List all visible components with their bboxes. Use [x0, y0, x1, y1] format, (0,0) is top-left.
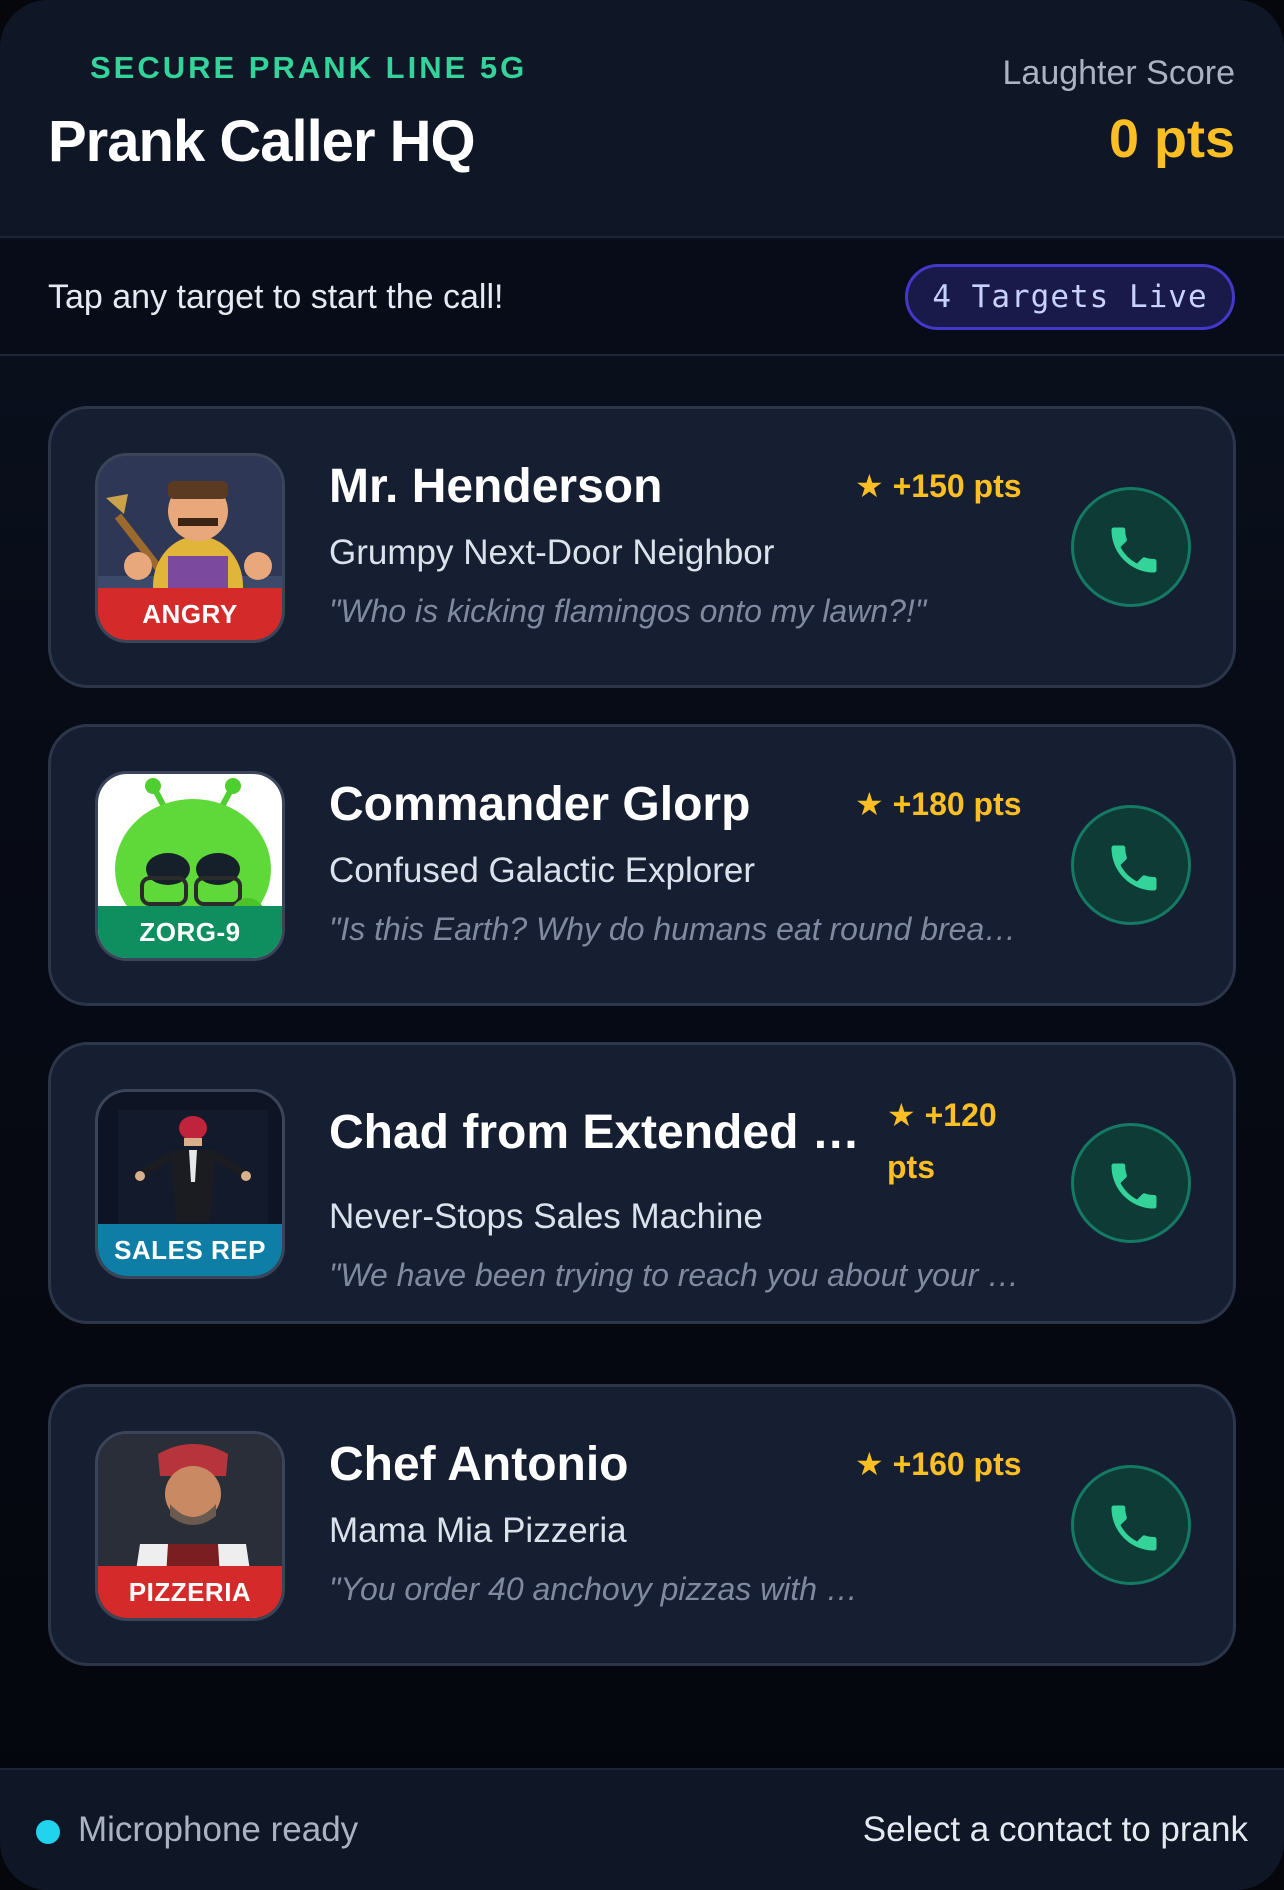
line-label: SECURE PRANK LINE 5G [90, 50, 528, 85]
avatar: PIZZERIA [95, 1431, 285, 1621]
call-button[interactable] [1071, 1123, 1191, 1243]
app-screen: SECURE PRANK LINE 5G Prank Caller HQ Lau… [0, 0, 1284, 1890]
points-badge: ★ +160 pts [855, 1446, 1022, 1482]
microphone-status-dot [36, 1820, 60, 1844]
footer-prompt: Select a contact to prank [862, 1810, 1248, 1849]
contact-name: Mr. Henderson [329, 460, 663, 513]
points-badge: ★ +180 pts [855, 786, 1022, 822]
contact-role: Never-Stops Sales Machine [329, 1197, 763, 1236]
contact-role: Mama Mia Pizzeria [329, 1511, 627, 1550]
targets-live-badge: 4 Targets Live [905, 264, 1235, 330]
contact-card-henderson[interactable]: ANGRY Mr. Henderson ★ +150 pts Grumpy Ne… [48, 406, 1236, 688]
contact-quote: "You order 40 anchovy pizzas with extra … [329, 1571, 869, 1607]
microphone-status-text: Microphone ready [78, 1810, 359, 1849]
instruction-text: Tap any target to start the call! [48, 278, 504, 316]
avatar: ZORG-9 [95, 771, 285, 961]
phone-icon [1111, 845, 1157, 891]
score-label: Laughter Score [1002, 54, 1236, 92]
contact-name: Chef Antonio [329, 1438, 629, 1491]
app-header: SECURE PRANK LINE 5G Prank Caller HQ Lau… [0, 0, 1284, 238]
mood-tag: ANGRY [98, 588, 282, 640]
contact-quote: "Is this Earth? Why do humans eat round … [329, 911, 1029, 947]
points-badge: ★ +120 pts [887, 1097, 997, 1185]
contact-name: Commander Glorp [329, 778, 751, 831]
call-button[interactable] [1071, 805, 1191, 925]
contact-role: Confused Galactic Explorer [329, 851, 756, 890]
page-title: Prank Caller HQ [48, 109, 476, 174]
contact-quote: "Who is kicking flamingos onto my lawn?!… [329, 593, 927, 629]
business-tag: PIZZERIA [98, 1566, 282, 1618]
phone-icon [1111, 1505, 1157, 1551]
job-tag: SALES REP [98, 1224, 282, 1276]
contact-name: Chad from Extended Warranty [329, 1106, 869, 1159]
avatar: ANGRY [95, 453, 285, 643]
score-value: 0 pts [1108, 109, 1235, 169]
points-badge: ★ +150 pts [855, 468, 1022, 504]
contact-role: Grumpy Next-Door Neighbor [329, 533, 775, 572]
avatar: SALES REP [95, 1089, 285, 1279]
status-bar: Microphone ready Select a contact to pra… [0, 1768, 1284, 1890]
call-button[interactable] [1071, 1465, 1191, 1585]
planet-tag: ZORG-9 [98, 906, 282, 958]
call-button[interactable] [1071, 487, 1191, 607]
contact-quote: "We have been trying to reach you about … [329, 1257, 1029, 1293]
instruction-bar: Tap any target to start the call! 4 Targ… [0, 240, 1284, 356]
contact-card-chad[interactable]: SALES REP Chad from Extended Warranty ★ … [48, 1042, 1236, 1324]
phone-icon [1111, 1163, 1157, 1209]
phone-icon [1111, 527, 1157, 573]
contact-card-antonio[interactable]: PIZZERIA Chef Antonio ★ +160 pts Mama Mi… [48, 1384, 1236, 1666]
contact-card-glorp[interactable]: ZORG-9 Commander Glorp ★ +180 pts Confus… [48, 724, 1236, 1006]
